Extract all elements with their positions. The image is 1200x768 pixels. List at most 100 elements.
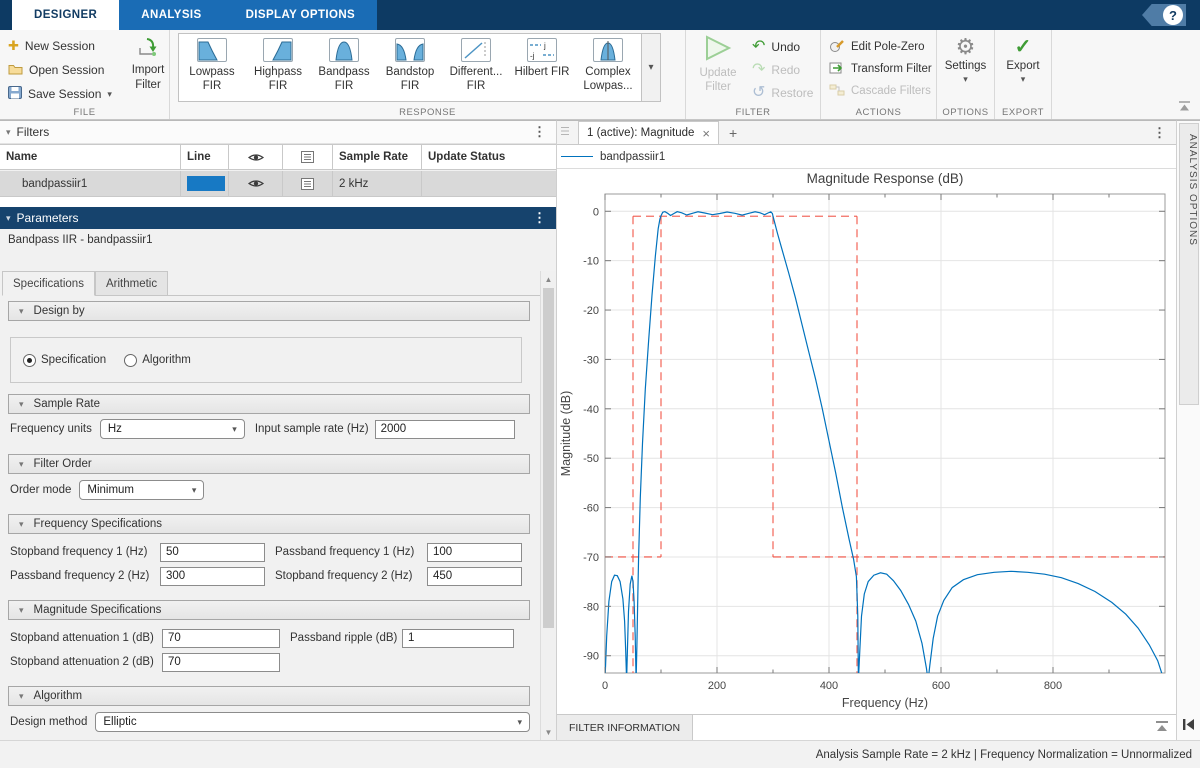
parameters-menu-icon[interactable]: ⋮ — [533, 210, 556, 226]
restore-icon: ↺ — [752, 86, 765, 100]
filter-table-row[interactable]: bandpassiir1 2 kHz — [0, 171, 556, 197]
collapse-icon: ▾ — [19, 459, 24, 470]
tab-display-options[interactable]: DISPLAY OPTIONS — [224, 0, 378, 30]
tab-designer[interactable]: DESIGNER — [12, 0, 119, 30]
sample-rate-row: Frequency units Hz ▾ Input sample rate (… — [10, 417, 530, 441]
save-session-button[interactable]: Save Session ▾ — [0, 82, 112, 106]
order-mode-dropdown[interactable]: Minimum ▾ — [79, 480, 204, 500]
highpass-fir-button[interactable]: HighpassFIR — [245, 34, 311, 101]
visibility-toggle eye-icon[interactable] — [229, 171, 283, 196]
cascade-filters-button[interactable]: Cascade Filters — [821, 80, 936, 102]
restore-button[interactable]: ↺ Restore — [750, 81, 813, 104]
update-filter-button[interactable]: Update Filter — [690, 34, 746, 94]
passband-freq2-label: Passband frequency 2 (Hz) — [10, 570, 160, 582]
analysis-options-tab[interactable]: ANALYSIS OPTIONS — [1179, 123, 1199, 405]
stopband-atten2-field[interactable] — [162, 653, 280, 672]
magnitude-plot-tab[interactable]: 1 (active): Magnitude × — [578, 121, 719, 144]
panel-handle-icon[interactable] — [560, 125, 570, 140]
hilbert-fir-button[interactable]: j-j Hilbert FIR — [509, 34, 575, 101]
differentiator-fir-button[interactable]: Different...FIR — [443, 34, 509, 101]
ribbon-group-export: ✓ Export ▾ EXPORT — [995, 30, 1052, 119]
scroll-up-icon[interactable]: ▲ — [541, 271, 556, 287]
bandpass-fir-button[interactable]: BandpassFIR — [311, 34, 377, 101]
stopband-freq1-field[interactable] — [160, 543, 265, 562]
filter-order-header[interactable]: ▾ Filter Order — [8, 454, 530, 474]
export-button[interactable]: ✓ Export ▾ — [995, 36, 1051, 85]
settings-button[interactable]: ⚙ Settings ▾ — [937, 36, 994, 85]
filter-order-row: Order mode Minimum ▾ — [10, 478, 530, 502]
magnitude-specifications-header[interactable]: ▾ Magnitude Specifications — [8, 600, 530, 620]
line-color-swatch[interactable] — [187, 176, 225, 191]
scroll-down-icon[interactable]: ▼ — [541, 724, 556, 740]
tab-analysis[interactable]: ANALYSIS — [119, 0, 223, 30]
column-info list-icon — [283, 145, 333, 169]
add-plot-tab-button[interactable]: + — [729, 125, 737, 141]
stopband-atten1-label: Stopband attenuation 1 (dB) — [10, 632, 162, 644]
design-by-header[interactable]: ▾ Design by — [8, 301, 530, 321]
plot-menu-icon[interactable]: ⋮ — [1153, 125, 1176, 141]
open-session-button[interactable]: Open Session — [0, 58, 112, 82]
plot-legend: bandpassiir1 — [557, 145, 1176, 169]
complex-lowpass-button[interactable]: ComplexLowpas... — [575, 34, 641, 101]
collapse-icon: ▾ — [19, 519, 24, 530]
passband-freq2-field[interactable] — [160, 567, 265, 586]
response-gallery: LowpassFIR HighpassFIR BandpassFIR Bands… — [178, 33, 661, 102]
magnitude-plot[interactable]: 02004006008000-10-20-30-40-50-60-70-80-9… — [557, 169, 1177, 715]
help-icon[interactable]: ? — [1142, 4, 1186, 26]
lowpass-fir-button[interactable]: LowpassFIR — [179, 34, 245, 101]
design-method-dropdown[interactable]: Elliptic ▾ — [95, 712, 530, 732]
parameters-scrollbar[interactable]: ▲ ▼ — [540, 271, 556, 740]
frequency-spec-row-1: Stopband frequency 1 (Hz) Passband frequ… — [10, 540, 530, 564]
passband-ripple-field[interactable] — [402, 629, 514, 648]
filters-menu-icon[interactable]: ⋮ — [533, 124, 556, 140]
stopband-atten1-field[interactable] — [162, 629, 280, 648]
new-session-button[interactable]: ✚ New Session — [0, 34, 112, 58]
save-session-caret-icon[interactable]: ▾ — [107, 89, 112, 100]
tab-specifications[interactable]: Specifications — [2, 271, 95, 296]
close-icon[interactable]: × — [702, 126, 710, 141]
svg-text:-70: -70 — [583, 552, 599, 564]
file-section-label: FILE — [0, 107, 169, 118]
radio-algorithm[interactable]: Algorithm — [124, 354, 191, 367]
filters-panel-header[interactable]: ▾ Filters ⋮ — [0, 121, 556, 144]
frequency-spec-row-2: Passband frequency 2 (Hz) Stopband frequ… — [10, 564, 530, 588]
collapse-strip-icon[interactable] — [1182, 718, 1195, 734]
parameters-panel-header[interactable]: ▾ Parameters ⋮ — [0, 207, 556, 229]
filter-update-status — [422, 171, 556, 196]
input-sample-rate-field[interactable] — [375, 420, 515, 439]
frequency-units-dropdown[interactable]: Hz ▾ — [100, 419, 245, 439]
analysis-options-strip: ANALYSIS OPTIONS — [1176, 120, 1200, 740]
radio-specification[interactable]: Specification — [23, 354, 106, 367]
frequency-specifications-header[interactable]: ▾ Frequency Specifications — [8, 514, 530, 534]
filter-information-tab[interactable]: FILTER INFORMATION — [557, 715, 693, 740]
svg-text:-60: -60 — [583, 503, 599, 515]
expand-panel-up-icon[interactable] — [1154, 720, 1170, 736]
transform-filter-button[interactable]: Transform Filter — [821, 58, 936, 80]
filter-info-button list-icon[interactable] — [283, 171, 333, 196]
column-name: Name — [0, 145, 181, 169]
bandstop-fir-button[interactable]: BandstopFIR — [377, 34, 443, 101]
tab-arithmetic[interactable]: Arithmetic — [95, 271, 168, 295]
filters-table-header: Name Line Sample Rate Update Status — [0, 144, 556, 170]
svg-text:600: 600 — [932, 680, 950, 692]
line-color-cell[interactable] — [181, 171, 229, 196]
input-sample-rate-label: Input sample rate (Hz) — [255, 423, 369, 435]
svg-text:-j: -j — [530, 52, 535, 61]
passband-freq1-field[interactable] — [427, 543, 522, 562]
response-gallery-expand-button[interactable]: ▾ — [641, 34, 660, 101]
edit-pole-zero-button[interactable]: Edit Pole-Zero — [821, 36, 936, 58]
plot-tab-bar: 1 (active): Magnitude × + ⋮ — [557, 121, 1176, 145]
algorithm-header[interactable]: ▾ Algorithm — [8, 686, 530, 706]
import-filter-button[interactable]: Import Filter — [126, 38, 170, 93]
legend-line-sample — [561, 156, 593, 157]
collapse-ribbon-button[interactable] — [1177, 100, 1192, 115]
edit-pole-zero-icon — [829, 39, 845, 56]
complex-lowpass-icon — [593, 38, 623, 62]
sample-rate-header[interactable]: ▾ Sample Rate — [8, 394, 530, 414]
stopband-freq2-field[interactable] — [427, 567, 522, 586]
scrollbar-thumb[interactable] — [543, 288, 554, 628]
stopband-freq1-label: Stopband frequency 1 (Hz) — [10, 546, 160, 558]
parameters-subtitle: Bandpass IIR - bandpassiir1 — [0, 229, 556, 251]
redo-button[interactable]: ↷ Redo — [750, 58, 813, 81]
undo-button[interactable]: ↶ Undo — [750, 35, 813, 58]
